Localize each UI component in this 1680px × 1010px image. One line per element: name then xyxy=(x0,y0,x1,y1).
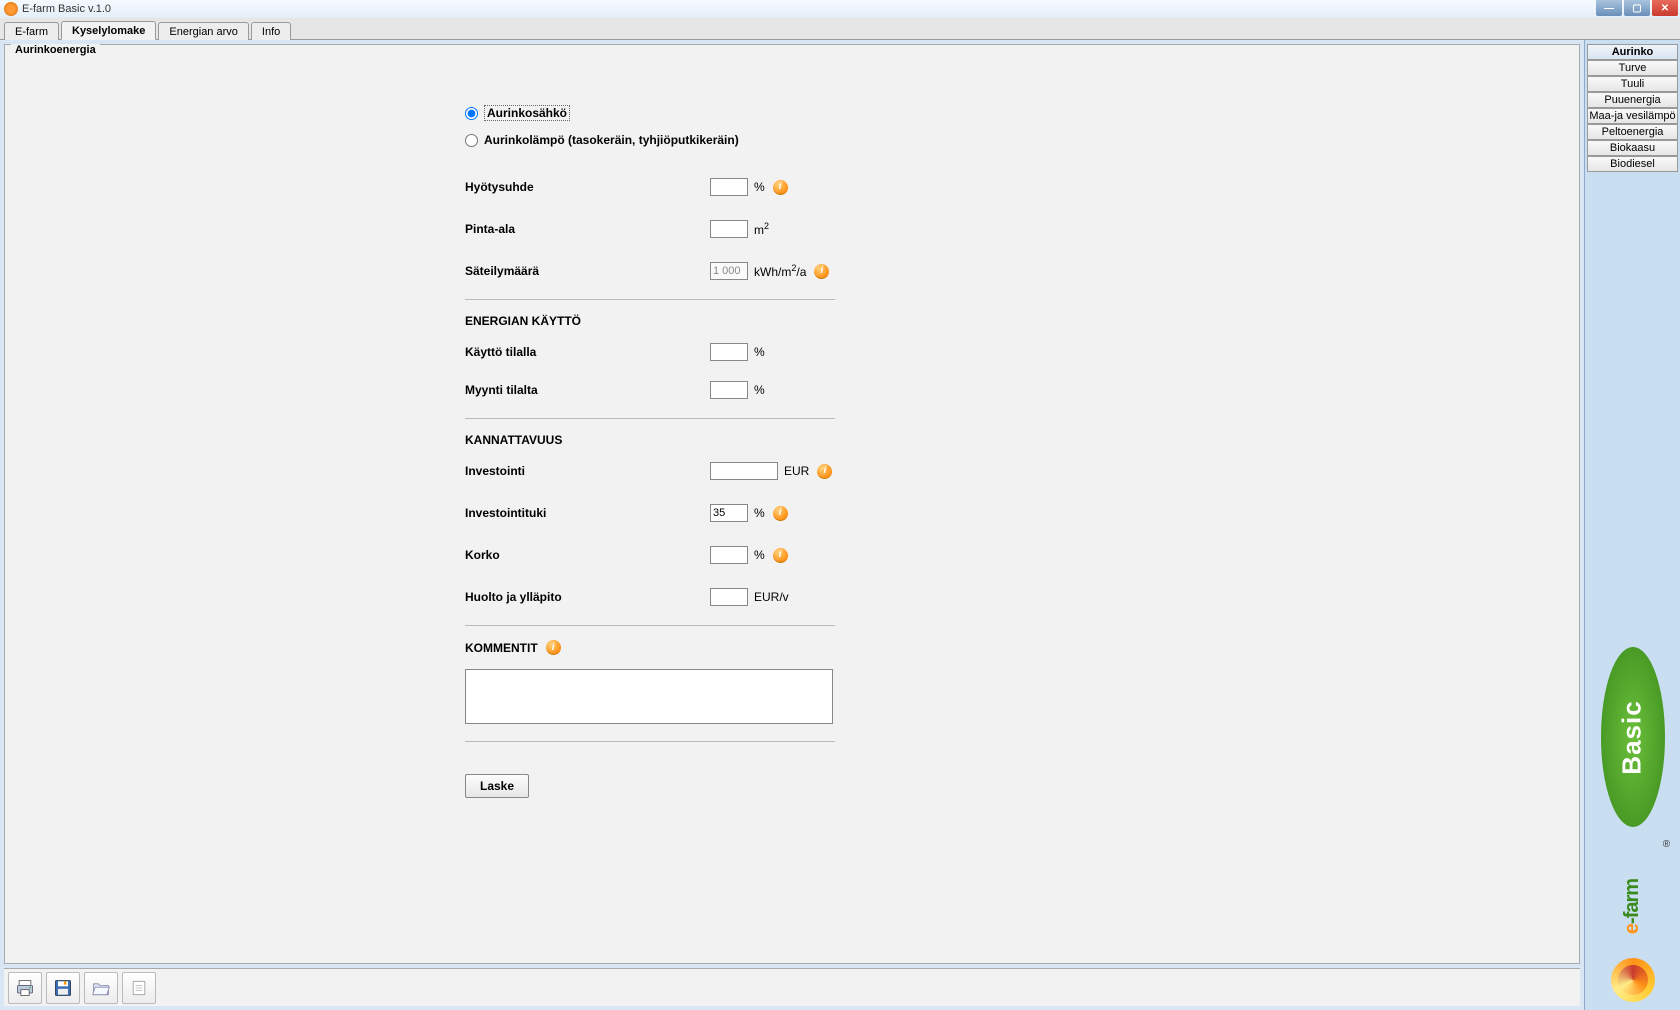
info-icon[interactable]: i xyxy=(773,180,788,195)
unit-investointituki: % xyxy=(754,506,765,520)
folder-open-icon xyxy=(91,978,111,998)
right-sidebar: Aurinko Turve Tuuli Puuenergia Maa-ja ve… xyxy=(1584,40,1680,1010)
page-icon xyxy=(129,978,149,998)
label-investointituki: Investointituki xyxy=(465,506,710,520)
laske-button[interactable]: Laske xyxy=(465,774,529,798)
registered-mark-icon: ® xyxy=(1663,839,1670,850)
field-investointi: Investointi EUR i xyxy=(465,461,1145,481)
tab-energian-arvo[interactable]: Energian arvo xyxy=(158,22,249,40)
unit-huolto: EUR/v xyxy=(754,590,789,604)
label-korko: Korko xyxy=(465,548,710,562)
info-icon[interactable]: i xyxy=(773,506,788,521)
label-huolto: Huolto ja ylläpito xyxy=(465,590,710,604)
radio-aurinkosahko[interactable] xyxy=(465,107,478,120)
sidebar-item-biodiesel[interactable]: Biodiesel xyxy=(1587,156,1678,172)
label-sateilymaara: Säteilymäärä xyxy=(465,264,710,278)
unit-myynti-tilalta: % xyxy=(754,383,765,397)
panel-title: Aurinkoenergia xyxy=(11,44,100,56)
label-kommentit: KOMMENTIT xyxy=(465,641,538,655)
efarm-logo-text: e-farm xyxy=(1621,879,1644,934)
info-icon[interactable]: i xyxy=(546,640,561,655)
sidebar-item-maa-vesilampo[interactable]: Maa-ja vesilämpö xyxy=(1587,108,1678,124)
field-kaytto-tilalla: Käyttö tilalla % xyxy=(465,342,1145,362)
open-button[interactable] xyxy=(84,972,118,1004)
efarm-swirl-icon xyxy=(1611,958,1655,1002)
unit-investointi: EUR xyxy=(784,464,809,478)
input-sateilymaara xyxy=(710,262,748,280)
bottom-toolbar xyxy=(4,968,1580,1006)
radio-aurinkolampo[interactable] xyxy=(465,134,478,147)
field-korko: Korko % i xyxy=(465,545,1145,565)
input-investointituki[interactable] xyxy=(710,504,748,522)
sidebar-item-puuenergia[interactable]: Puuenergia xyxy=(1587,92,1678,108)
radio-label-aurinkolampo: Aurinkolämpö (tasokeräin, tyhjiöputkiker… xyxy=(484,133,739,147)
sidebar-item-turve[interactable]: Turve xyxy=(1587,60,1678,76)
input-pinta-ala[interactable] xyxy=(710,220,748,238)
tab-efarm[interactable]: E-farm xyxy=(4,22,59,40)
content-panel: Aurinkoenergia Aurinkosähkö Aurinkolämpö… xyxy=(4,44,1580,964)
sidebar-item-biokaasu[interactable]: Biokaasu xyxy=(1587,140,1678,156)
main-area: Aurinkoenergia Aurinkosähkö Aurinkolämpö… xyxy=(0,40,1680,1010)
input-hyotysuhde[interactable] xyxy=(710,178,748,196)
field-investointituki: Investointituki % i xyxy=(465,503,1145,523)
sidebar-item-aurinko[interactable]: Aurinko xyxy=(1587,44,1678,60)
content-wrap: Aurinkoenergia Aurinkosähkö Aurinkolämpö… xyxy=(0,40,1584,1010)
input-investointi[interactable] xyxy=(710,462,778,480)
divider xyxy=(465,741,835,742)
tab-kyselylomake[interactable]: Kyselylomake xyxy=(61,21,156,40)
printer-icon xyxy=(15,978,35,998)
info-icon[interactable]: i xyxy=(814,264,829,279)
field-sateilymaara: Säteilymäärä kWh/m2/a i xyxy=(465,261,1145,281)
field-pinta-ala: Pinta-ala m2 xyxy=(465,219,1145,239)
label-kaytto-tilalla: Käyttö tilalla xyxy=(465,345,710,359)
divider xyxy=(465,299,835,300)
field-huolto: Huolto ja ylläpito EUR/v xyxy=(465,587,1145,607)
unit-kaytto-tilalla: % xyxy=(754,345,765,359)
label-pinta-ala: Pinta-ala xyxy=(465,222,710,236)
label-investointi: Investointi xyxy=(465,464,710,478)
unit-sateilymaara: kWh/m2/a xyxy=(754,263,806,279)
section-header-energian: ENERGIAN KÄYTTÖ xyxy=(465,314,1145,328)
window-maximize-button[interactable]: ▢ xyxy=(1624,0,1650,16)
window-title: E-farm Basic v.1.0 xyxy=(22,3,111,15)
section-header-kommentit: KOMMENTIT i xyxy=(465,640,1145,655)
window-controls: — ▢ ✕ xyxy=(1594,0,1678,16)
sidebar-logo-area: Basic e-farm ® xyxy=(1585,172,1680,1010)
textarea-kommentit[interactable] xyxy=(465,669,833,724)
unit-korko: % xyxy=(754,548,765,562)
input-myynti-tilalta[interactable] xyxy=(710,381,748,399)
new-page-button[interactable] xyxy=(122,972,156,1004)
top-tab-bar: E-farm Kyselylomake Energian arvo Info xyxy=(0,18,1680,40)
unit-hyotysuhde: % xyxy=(754,180,765,194)
field-hyotysuhde: Hyötysuhde % i xyxy=(465,177,1145,197)
field-myynti-tilalta: Myynti tilalta % xyxy=(465,380,1145,400)
radio-row-aurinkolampo[interactable]: Aurinkolämpö (tasokeräin, tyhjiöputkiker… xyxy=(465,133,1145,147)
tab-info[interactable]: Info xyxy=(251,22,291,40)
basic-badge-text: Basic xyxy=(1617,700,1648,774)
floppy-icon xyxy=(53,978,73,998)
input-korko[interactable] xyxy=(710,546,748,564)
divider xyxy=(465,625,835,626)
window-titlebar: E-farm Basic v.1.0 — ▢ ✕ xyxy=(0,0,1680,18)
form-area: Aurinkosähkö Aurinkolämpö (tasokeräin, t… xyxy=(5,45,1579,798)
radio-label-aurinkosahko: Aurinkosähkö xyxy=(484,105,570,121)
sidebar-item-peltoenergia[interactable]: Peltoenergia xyxy=(1587,124,1678,140)
info-icon[interactable]: i xyxy=(773,548,788,563)
window-close-button[interactable]: ✕ xyxy=(1652,0,1678,16)
divider xyxy=(465,418,835,419)
unit-pinta-ala: m2 xyxy=(754,221,769,237)
window-minimize-button[interactable]: — xyxy=(1596,0,1622,16)
label-myynti-tilalta: Myynti tilalta xyxy=(465,383,710,397)
save-button[interactable] xyxy=(46,972,80,1004)
print-button[interactable] xyxy=(8,972,42,1004)
label-hyotysuhde: Hyötysuhde xyxy=(465,180,710,194)
input-huolto[interactable] xyxy=(710,588,748,606)
radio-row-aurinkosahko[interactable]: Aurinkosähkö xyxy=(465,105,1145,121)
basic-badge-icon: Basic xyxy=(1601,647,1665,827)
info-icon[interactable]: i xyxy=(817,464,832,479)
sidebar-item-tuuli[interactable]: Tuuli xyxy=(1587,76,1678,92)
app-icon xyxy=(4,2,18,16)
input-kaytto-tilalla[interactable] xyxy=(710,343,748,361)
section-header-kannattavuus: KANNATTAVUUS xyxy=(465,433,1145,447)
